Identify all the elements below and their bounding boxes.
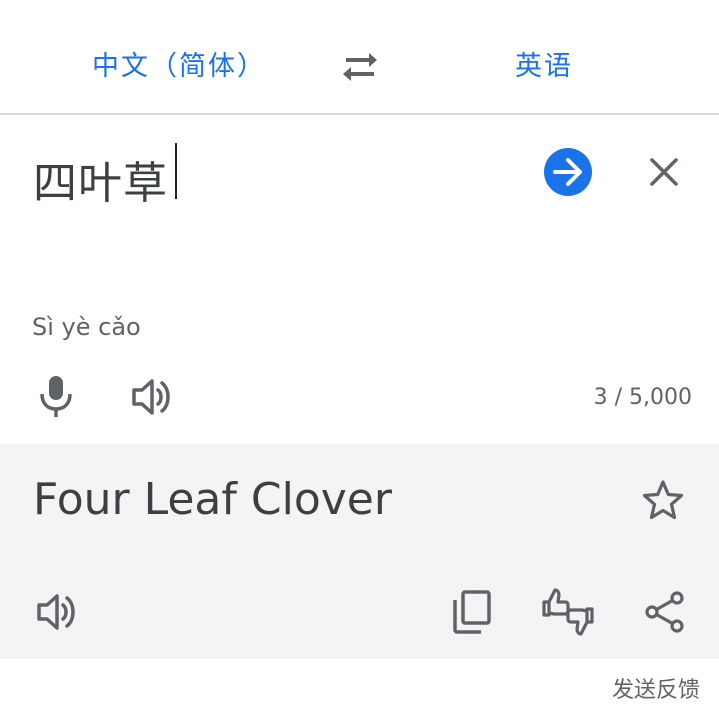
save-translation-button[interactable] — [640, 477, 686, 523]
thumbs-up-down-icon — [542, 588, 594, 636]
share-icon — [645, 591, 684, 633]
translated-text: Four Leaf Clover — [33, 474, 392, 525]
speaker-icon — [132, 379, 170, 415]
microphone-icon — [40, 376, 72, 417]
language-bar: 中文（简体） 英语 — [0, 0, 719, 115]
character-count: 3 / 5,000 — [593, 385, 692, 410]
close-icon — [650, 158, 678, 186]
rate-translation-button[interactable] — [540, 586, 596, 638]
source-language-button[interactable]: 中文（简体） — [92, 44, 266, 83]
voice-input-button[interactable] — [33, 372, 79, 420]
transliteration-text: Sì yè cǎo — [32, 313, 141, 341]
swap-arrows-icon — [343, 53, 377, 81]
translation-result-area: Four Leaf Clover — [0, 444, 719, 659]
source-text-input[interactable]: 四叶草 — [33, 147, 168, 211]
translate-go-button[interactable] — [544, 148, 592, 196]
send-feedback-link[interactable]: 发送反馈 — [612, 672, 700, 704]
share-translation-button[interactable] — [642, 589, 688, 635]
swap-languages-button[interactable] — [338, 47, 382, 87]
copy-translation-button[interactable] — [450, 588, 494, 636]
text-caret — [175, 143, 177, 199]
listen-translation-button[interactable] — [33, 589, 81, 635]
listen-source-button[interactable] — [128, 374, 176, 420]
speaker-icon — [37, 594, 75, 630]
clear-text-button[interactable] — [644, 152, 684, 192]
arrow-forward-icon — [553, 158, 582, 186]
star-outline-icon — [642, 480, 684, 520]
copy-icon — [453, 590, 491, 634]
target-language-button[interactable]: 英语 — [515, 44, 573, 83]
source-input-area[interactable]: 四叶草 Sì yè cǎo 3 / 5,000 — [0, 117, 719, 444]
